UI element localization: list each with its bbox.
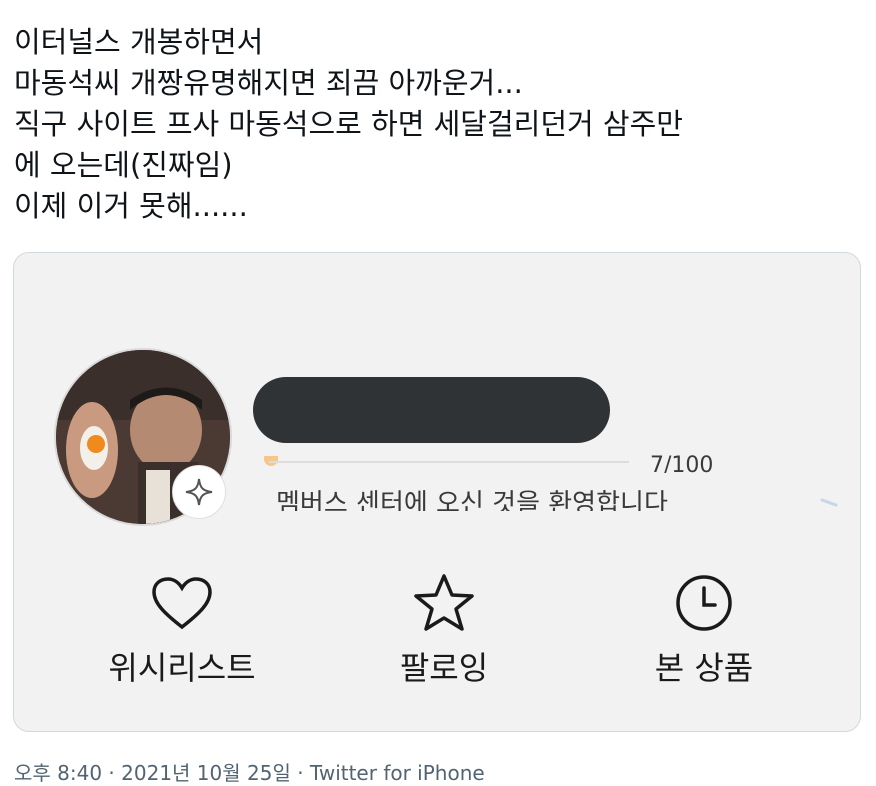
following-button[interactable]: 팔로잉	[344, 571, 544, 689]
progress-bar	[269, 461, 629, 463]
heart-icon	[82, 571, 282, 635]
scroll-indicator	[820, 498, 838, 507]
wishlist-label: 위시리스트	[108, 649, 256, 687]
star-icon	[344, 571, 544, 635]
tweet-line: 이터널스 개봉하면서	[14, 25, 264, 59]
welcome-text: 멤버스 센터에 오신 것을 환영합니다	[276, 489, 668, 511]
wishlist-button[interactable]: 위시리스트	[82, 571, 282, 689]
following-label: 팔로잉	[399, 649, 489, 687]
tweet-line: 에 오는데(진짜임)	[14, 148, 233, 182]
viewed-products-button[interactable]: 본 상품	[604, 571, 804, 689]
tweet-line: 마동석씨 개짱유명해지면 죄끔 아까운거...	[14, 66, 523, 100]
tweet-line: 직구 사이트 프사 마동석으로 하면 세달걸리던거 삼주만	[14, 107, 683, 141]
progress-count: 7/100	[650, 453, 714, 473]
tweet-text: 이터널스 개봉하면서 마동석씨 개짱유명해지면 죄끔 아까운거... 직구 사이…	[14, 22, 864, 227]
redacted-username	[253, 377, 610, 443]
tweet-image[interactable]: 7/100 멤버스 센터에 오신 것을 환영합니다 위시리스트 팔로잉 본 상품	[13, 252, 861, 732]
viewed-products-label: 본 상품	[654, 649, 754, 687]
clock-icon	[604, 571, 804, 635]
sparkle-icon	[172, 465, 226, 519]
tweet-metadata: 오후 8:40 · 2021년 10월 25일 · Twitter for iP…	[14, 761, 485, 785]
tweet-line: 이제 이거 못해......	[14, 189, 248, 223]
